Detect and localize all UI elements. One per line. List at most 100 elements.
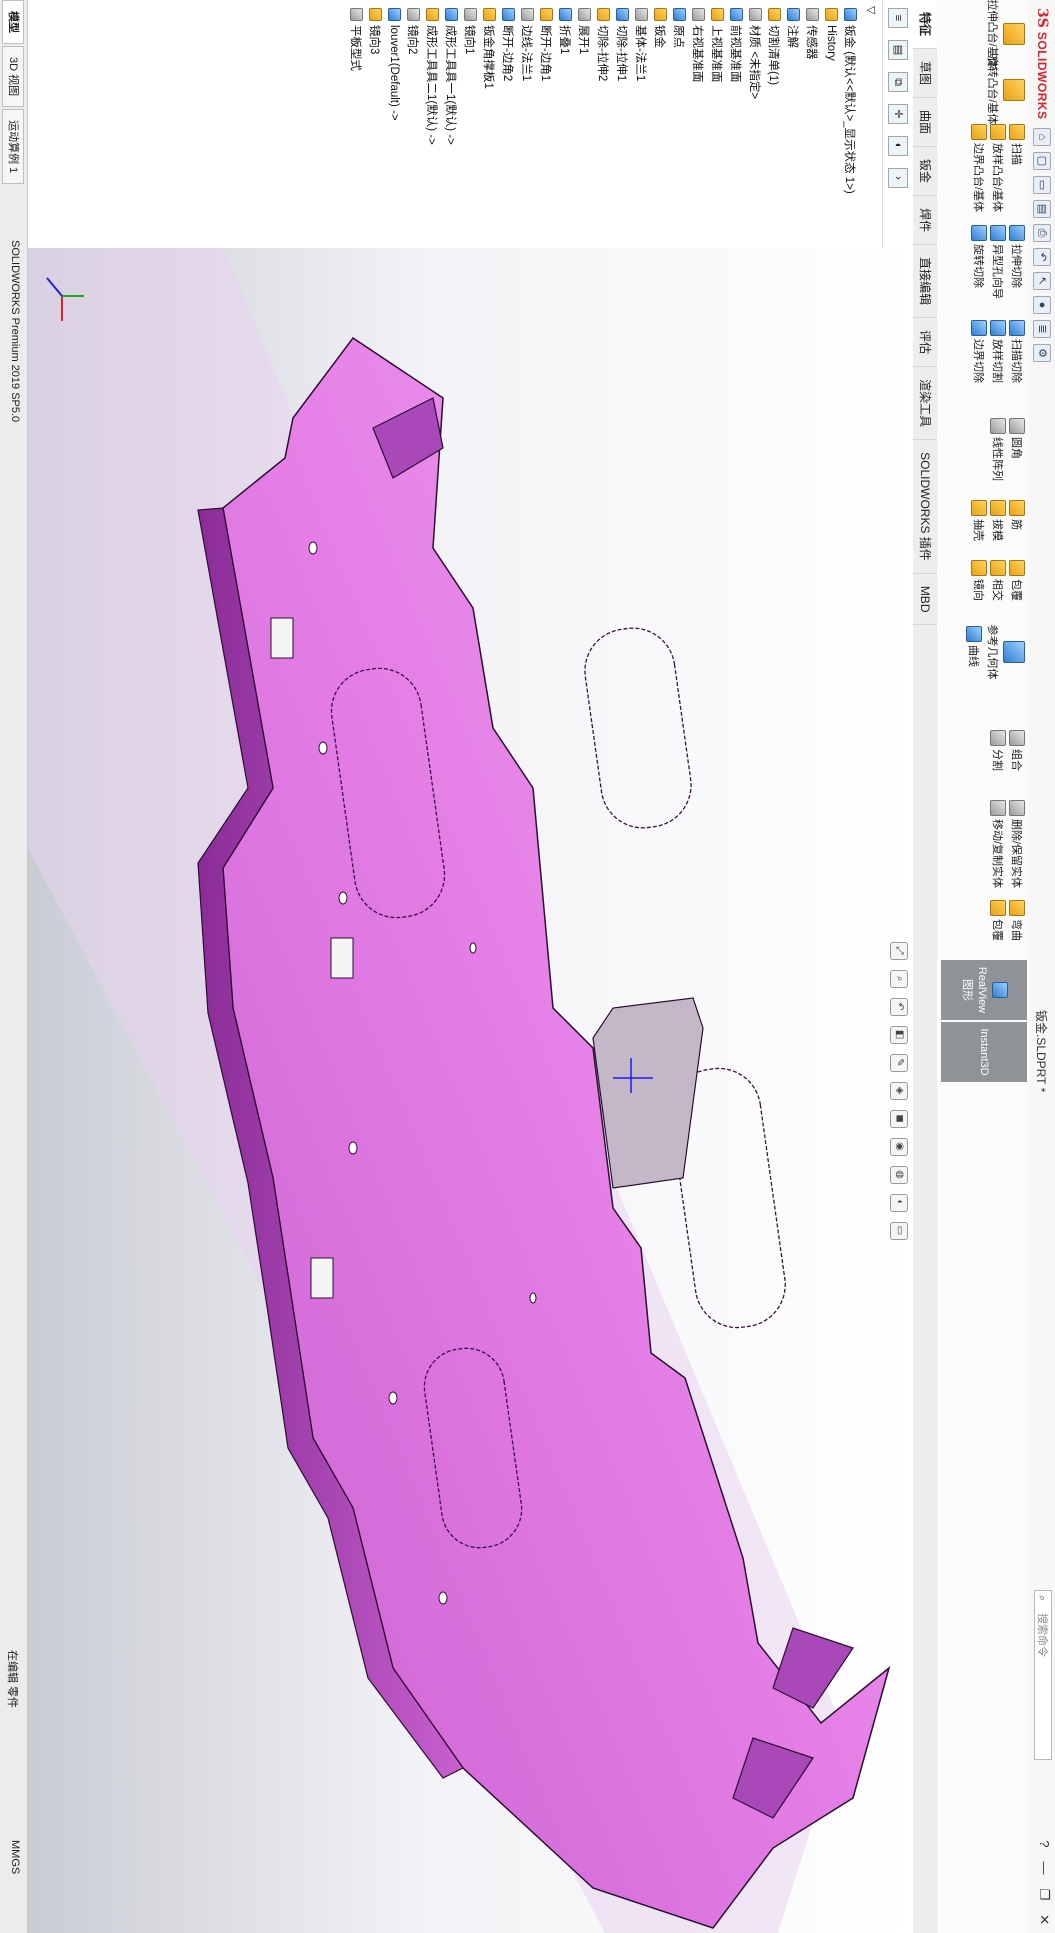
tab-features[interactable]: 特征 [913, 0, 937, 50]
tree-node[interactable]: 边线-法兰1 [518, 8, 537, 248]
tab-3d-views[interactable]: 3D 视图 [2, 46, 24, 108]
tab-model[interactable]: 模型 [2, 0, 24, 44]
tab-addins[interactable]: SOLIDWORKS 插件 [913, 440, 937, 574]
help-icon[interactable]: ? [1036, 1840, 1052, 1847]
tree-node[interactable]: 断开-边角2 [499, 8, 518, 248]
tree-node[interactable]: 钣金角撑板1 [480, 8, 499, 248]
select-icon[interactable]: ↖ [1033, 272, 1051, 290]
tree-node[interactable]: louver1(Default) -> [385, 8, 404, 248]
tree-node[interactable]: 切除-拉伸1 [613, 8, 632, 248]
tree-node[interactable]: 上视基准面 [708, 8, 727, 248]
file-properties-icon[interactable]: ≣ [1033, 320, 1051, 338]
display-manager-icon[interactable]: ◐ [888, 136, 908, 156]
wrap2-button[interactable]: 包覆 [990, 900, 1006, 941]
undo-icon[interactable]: ↶ [1033, 248, 1051, 266]
tree-node[interactable]: 切割清单(1) [765, 8, 784, 248]
tree-node[interactable]: 切除-拉伸2 [594, 8, 613, 248]
boundary-boss-button[interactable]: 边界凸台/基体 [971, 124, 987, 212]
tree-node-label: 右视基准面 [691, 25, 704, 83]
rebuild-icon[interactable]: ● [1033, 296, 1051, 314]
command-manager: 拉伸凸台/基体 旋转凸台/基体 扫描 放样凸台/基体 边界凸台/基体 拉伸切除 … [936, 0, 1029, 1933]
tree-node[interactable]: 镜向2 [404, 8, 423, 248]
tree-node[interactable]: 成形工具具二1(默认) -> [423, 8, 442, 248]
hole-wizard-button[interactable]: 异型孔向导 [990, 225, 1006, 299]
tab-direct-editing[interactable]: 直接编辑 [913, 245, 937, 319]
loft-boss-button[interactable]: 放样凸台/基体 [990, 124, 1006, 212]
home-icon[interactable]: ⌂ [1033, 128, 1051, 146]
minimize-button[interactable]: — [1036, 1861, 1052, 1874]
solidworks-logo[interactable]: 3S SOLIDWORKS [1034, 0, 1050, 120]
flex-button[interactable]: 弯曲 [1009, 900, 1025, 941]
tab-weldments[interactable]: 焊件 [913, 196, 937, 246]
tree-node[interactable]: 镜向1 [461, 8, 480, 248]
mirror-button[interactable]: 镜向 [971, 560, 987, 601]
split-button[interactable]: 分割 [990, 730, 1006, 771]
tree-node[interactable]: 传感器 [803, 8, 822, 248]
tree-node[interactable]: 基体-法兰1 [632, 8, 651, 248]
draft-button[interactable]: 拔模 [990, 500, 1006, 541]
tree-node[interactable]: 平板型式 [347, 8, 366, 248]
config-manager-icon[interactable]: ⧉ [888, 72, 908, 92]
shell-button[interactable]: 抽壳 [971, 500, 987, 541]
units-selector[interactable]: MMGS [9, 1840, 21, 1874]
tree-node[interactable]: 展开1 [575, 8, 594, 248]
tab-render-tools[interactable]: 渲染工具 [913, 367, 937, 441]
revolved-boss-button[interactable]: 旋转凸台/基体 [985, 55, 1025, 125]
brand-name: SOLIDWORKS [1035, 31, 1049, 120]
tab-mbd[interactable]: MBD [913, 573, 937, 626]
graphics-area[interactable]: ⤢ ⌕ ↶ ◧ ✎ ◈ ◼ ◉ ◍ ◐ ▭ [28, 248, 913, 1933]
combine-button[interactable]: 组合 [1009, 730, 1025, 771]
tab-evaluate[interactable]: 评估 [913, 318, 937, 368]
tree-node[interactable]: 前视基准面 [727, 8, 746, 248]
dimxpert-icon[interactable]: ✛ [888, 104, 908, 124]
open-file-icon[interactable]: ▭ [1033, 176, 1051, 194]
instant3d-button[interactable]: Instant3D [941, 1022, 1027, 1082]
tree-node[interactable]: 钣金 [651, 8, 670, 248]
restore-button[interactable]: ❐ [1036, 1888, 1052, 1900]
extruded-boss-button[interactable]: 拉伸凸台/基体 [985, 0, 1025, 69]
tree-node[interactable]: 断开-边角1 [537, 8, 556, 248]
fillet-button[interactable]: 圆角 [1009, 418, 1025, 481]
tree-node[interactable]: History [822, 8, 841, 248]
extruded-cut-button[interactable]: 拉伸切除 [1009, 225, 1025, 299]
tree-node[interactable]: 原点 [670, 8, 689, 248]
intersect-button[interactable]: 相交 [990, 560, 1006, 601]
linear-pattern-button[interactable]: 线性阵列 [990, 418, 1006, 481]
close-button[interactable]: ✕ [1036, 1914, 1052, 1925]
search-commands-input[interactable]: ⌕ 搜索命令 [1034, 1590, 1052, 1760]
tab-sheet-metal[interactable]: 钣金 [913, 147, 937, 197]
tab-motion-study[interactable]: 运动算例 1 [2, 109, 24, 185]
save-icon[interactable]: ▤ [1033, 200, 1051, 218]
property-manager-icon[interactable]: ▤ [888, 40, 908, 60]
tab-surfaces[interactable]: 曲面 [913, 98, 937, 148]
reference-geometry-button[interactable]: 参考几何体 [985, 624, 1025, 680]
tree-node[interactable]: 镜向3 [366, 8, 385, 248]
sweep-button[interactable]: 扫描 [1009, 124, 1025, 212]
feature-icon [749, 8, 762, 21]
swept-cut-button[interactable]: 扫描切除 [1009, 320, 1025, 383]
reference-geometry-label: 参考几何体 [986, 624, 998, 680]
tree-node[interactable]: 材质 <未指定> [746, 8, 765, 248]
realview-button[interactable]: RealView 图形 [941, 960, 1027, 1020]
boundary-cut-button[interactable]: 边界切除 [971, 320, 987, 383]
tab-sketch[interactable]: 草图 [913, 49, 937, 99]
print-icon[interactable]: ⎙ [1033, 224, 1051, 242]
tree-node[interactable]: 折叠1 [556, 8, 575, 248]
filter-icon[interactable]: ▽ [866, 6, 879, 14]
delete-keep-body-button[interactable]: 删除/保留实体 [1009, 800, 1025, 888]
new-file-icon[interactable]: ▢ [1033, 152, 1051, 170]
wrap-button[interactable]: 包覆 [1009, 560, 1025, 601]
curves-button[interactable]: 曲线 [966, 626, 982, 678]
tree-node[interactable]: 钣金 (默认<<默认>_显示状态 1>) [841, 8, 860, 248]
revolved-cut-button[interactable]: 旋转切除 [971, 225, 987, 299]
expand-panel-icon[interactable]: › [888, 168, 908, 188]
tree-node[interactable]: 成形工具具一1(默认) -> [442, 8, 461, 248]
move-copy-body-button[interactable]: 移动/复制实体 [990, 800, 1006, 888]
rib-button[interactable]: 筋 [1009, 500, 1025, 541]
tree-node[interactable]: 右视基准面 [689, 8, 708, 248]
options-gear-icon[interactable]: ⚙ [1033, 344, 1051, 362]
tree-node[interactable]: 注解 [784, 8, 803, 248]
feature-tree-icon[interactable]: ≡ [888, 8, 908, 28]
lofted-cut-button[interactable]: 放样切割 [990, 320, 1006, 383]
command-manager-tabs: 特征 草图 曲面 钣金 焊件 直接编辑 评估 渲染工具 SOLIDWORKS 插… [912, 0, 937, 1933]
